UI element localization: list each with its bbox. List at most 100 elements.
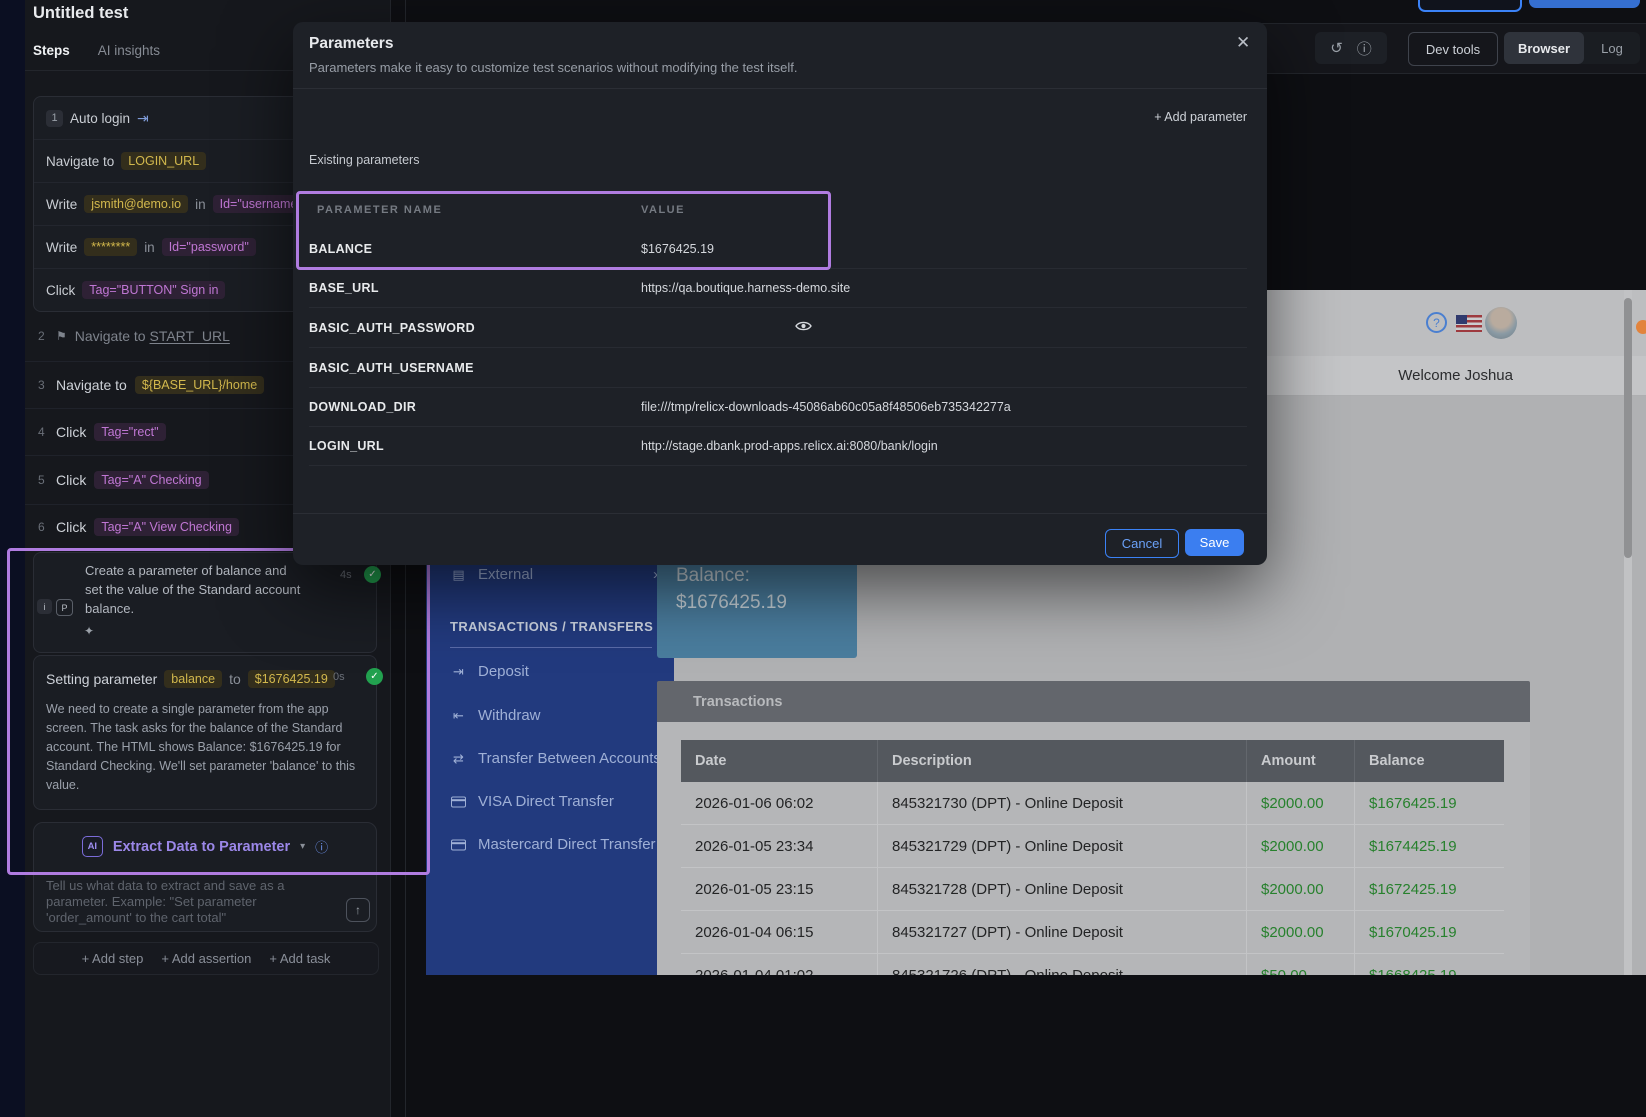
setting-prefix: Setting parameter [46,671,157,687]
withdraw-icon: ⇤ [450,708,467,724]
view-switcher: Browser Log [1504,32,1640,64]
setting-parameter-card[interactable]: Setting parameter balance to $1676425.19… [33,655,377,810]
add-task-button[interactable]: + Add task [269,951,330,966]
save-button[interactable]: Save [1185,529,1244,556]
step-action: Navigate to START_URL [75,328,230,344]
parameter-row-balance[interactable]: BALANCE $1676425.19 [309,229,1247,269]
parameters-modal: Parameters Parameters make it easy to cu… [293,22,1267,565]
refresh-icon[interactable]: ↺ [1330,39,1343,57]
help-icon[interactable]: ? [1426,312,1447,333]
selector-chip: Id="password" [162,238,256,256]
col-description: Description [877,740,1246,782]
info-badge: i [37,599,52,614]
transactions-panel-header: Transactions [657,681,1530,722]
modal-title: Parameters [309,35,393,53]
ai-badge-icon: AI [82,836,103,857]
login-icon: ⇥ [137,110,149,127]
step-number-badge: 1 [46,110,63,127]
dev-tools-button[interactable]: Dev tools [1408,32,1498,66]
tab-ai-insights[interactable]: AI insights [98,43,160,58]
top-primary-button[interactable] [1529,0,1640,8]
parameter-row-download-dir[interactable]: DOWNLOAD_DIR file:///tmp/relicx-download… [309,387,1247,427]
transfer-icon: ⇄ [450,751,467,767]
close-icon[interactable]: ✕ [1228,25,1258,61]
start-url-link: START_URL [149,328,229,344]
parameter-row-login-url[interactable]: LOGIN_URL http://stage.dbank.prod-apps.r… [309,426,1247,466]
step-action: Navigate to [56,377,127,393]
tab-browser[interactable]: Browser [1504,32,1584,64]
column-value: VALUE [641,204,685,216]
sidebar-divider [450,647,652,648]
sidebar-item-deposit[interactable]: ⇥ Deposit [450,663,529,680]
submit-arrow-button[interactable]: ↑ [346,898,370,922]
avatar[interactable] [1485,307,1517,339]
table-row: 2026-01-06 06:02 845321730 (DPT) - Onlin… [681,782,1504,825]
sidebar-item-external[interactable]: ▤ External › [450,566,658,583]
col-amount: Amount [1246,740,1354,782]
selector-chip: Tag="rect" [94,423,165,441]
recording-indicator-dot[interactable] [1636,320,1646,334]
bank-icon: ▤ [450,567,467,583]
info-icon[interactable]: ⓘ [1357,38,1372,59]
extract-input[interactable]: Tell us what data to extract and save as… [34,870,376,926]
step-action: Click [46,283,75,298]
selector-chip: Tag="A" View Checking [94,518,239,536]
step-action: Write [46,240,77,255]
tab-steps[interactable]: Steps [33,43,70,58]
left-nav-rail [0,0,25,1117]
test-title: Untitled test [33,4,128,23]
setting-explanation: We need to create a single parameter fro… [34,688,376,795]
table-row: 2026-01-05 23:15 845321728 (DPT) - Onlin… [681,868,1504,911]
add-step-button[interactable]: + Add step [82,951,144,966]
deposit-icon: ⇥ [450,664,467,680]
step-action: Click [56,424,86,440]
keyword-to: to [229,671,241,687]
column-parameter-name: PARAMETER NAME [317,204,442,216]
sidebar-item-withdraw[interactable]: ⇤ Withdraw [450,707,541,724]
parameter-row-base-url[interactable]: BASE_URL https://qa.boutique.harness-dem… [309,268,1247,308]
step-duration: 4s [340,569,352,581]
parameter-row-basic-auth-username[interactable]: BASIC_AUTH_USERNAME [309,348,1247,388]
step-action: Click [56,472,86,488]
table-row: 2026-01-05 23:34 845321729 (DPT) - Onlin… [681,825,1504,868]
success-check-icon: ✓ [364,566,381,583]
param-chip: LOGIN_URL [121,152,206,170]
param-chip: ${BASE_URL}/home [135,376,264,394]
modal-header-divider [293,88,1267,89]
sidebar-item-transfer[interactable]: ⇄ Transfer Between Accounts [450,750,661,767]
extract-data-label[interactable]: Extract Data to Parameter [113,839,290,855]
balance-value: $1676425.19 [676,589,857,616]
info-icon[interactable]: ⓘ [315,837,328,856]
sidebar-item-mastercard-transfer[interactable]: Mastercard Direct Transfer [450,836,656,853]
sidebar-item-visa-transfer[interactable]: VISA Direct Transfer [450,793,614,810]
param-value-chip: $1676425.19 [248,670,335,688]
credit-card-icon [450,839,467,851]
add-parameter-button[interactable]: + Add parameter [1154,110,1247,124]
tab-log[interactable]: Log [1584,32,1640,64]
step-duration: 0s [333,671,345,683]
balance-label: Balance: [676,562,857,589]
step-action: Click [56,519,86,535]
app-scrollbar-thumb[interactable] [1624,298,1632,558]
toolbar-icon-group: ↺ ⓘ [1315,32,1387,64]
selector-chip: Tag="A" Checking [94,471,208,489]
selector-chip: Tag="BUTTON" Sign in [82,281,225,299]
param-name-chip: balance [164,670,222,688]
parameter-row-basic-auth-password[interactable]: BASIC_AUTH_PASSWORD [309,308,1247,348]
cancel-button[interactable]: Cancel [1105,529,1179,558]
modal-footer-divider [293,513,1267,514]
col-balance: Balance [1354,740,1504,782]
step-action: Write [46,197,77,212]
step-label: Auto login [70,111,130,126]
us-flag-icon[interactable] [1456,315,1482,332]
step-action: Navigate to [46,154,114,169]
col-date: Date [681,740,877,782]
top-secondary-button[interactable] [1418,0,1522,12]
flag-icon: ⚑ [56,329,67,343]
chevron-down-icon[interactable]: ▾ [300,841,305,852]
sidebar-section-title: TRANSACTIONS / TRANSFERS [450,619,653,634]
extract-data-card: AI Extract Data to Parameter ▾ ⓘ Tell us… [33,822,377,932]
value-chip: ******** [84,238,137,256]
add-assertion-button[interactable]: + Add assertion [161,951,251,966]
eye-icon[interactable] [795,319,812,337]
